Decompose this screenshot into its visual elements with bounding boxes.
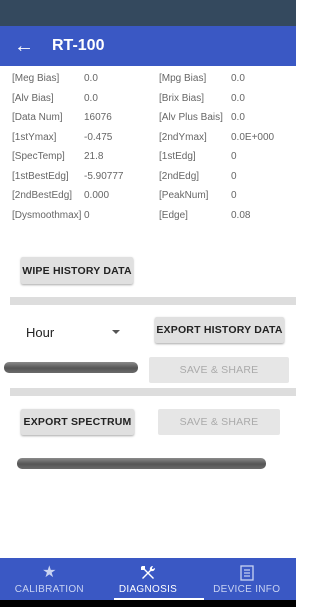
param-label: [Alv Plus Bais] xyxy=(159,112,223,124)
param-label: [Alv Bias] xyxy=(12,92,54,104)
param-row: [2ndBestEdg] 0.000 [PeakNum] 0 xyxy=(12,186,292,206)
param-value: 0 xyxy=(84,209,90,221)
param-value: 0.08 xyxy=(231,209,251,221)
param-label: [2ndYmax] xyxy=(159,131,207,143)
nav-label: CALIBRATION xyxy=(14,583,84,595)
nav-label: DEVICE INFO xyxy=(213,583,281,595)
param-label: [PeakNum] xyxy=(159,190,209,202)
nav-item-diagnosis[interactable]: DIAGNOSIS xyxy=(99,558,198,600)
param-value: 0.0 xyxy=(231,73,245,85)
dropdown-caret-icon xyxy=(112,330,120,334)
param-value: 0.0 xyxy=(231,112,245,124)
period-select[interactable]: Hour xyxy=(26,322,122,342)
period-select-value: Hour xyxy=(26,324,55,340)
param-label: [1stEdg] xyxy=(159,151,196,163)
param-row: [SpecTemp] 21.8 [1stEdg] 0 xyxy=(12,147,292,167)
param-label: [Dysmoothmax] xyxy=(12,209,82,221)
spectrum-progress-bar xyxy=(17,458,266,469)
parameter-grid: [Meg Bias] 0.0 [Mpg Bias] 0.0 [Alv Bias] 0.0[… xyxy=(12,69,292,225)
system-navigation-bar xyxy=(0,600,296,607)
app-bar: ← RT-100 xyxy=(0,26,296,66)
star-icon: ★ xyxy=(42,563,57,581)
param-label: [Data Num] xyxy=(12,112,63,124)
param-value: 0.0 xyxy=(231,92,245,104)
save-share-button-spectrum[interactable]: SAVE & SHARE xyxy=(158,409,280,435)
param-label: [1stBestEdg] xyxy=(12,170,69,182)
param-row: [Dysmoothmax] 0 [Edge] 0.08 xyxy=(12,206,292,226)
export-spectrum-button[interactable]: EXPORT SPECTRUM xyxy=(21,409,134,435)
section-divider xyxy=(10,388,296,396)
export-history-button[interactable]: EXPORT HISTORY DATA xyxy=(155,317,284,343)
param-value: -5.90777 xyxy=(84,170,124,182)
nav-item-device-info[interactable]: DEVICE INFO xyxy=(197,558,296,600)
param-label: [Edge] xyxy=(159,209,188,221)
param-row: [Alv Bias] 0.0 [Brix Bias] 0.0 xyxy=(12,89,292,109)
param-value: 0.0 xyxy=(84,92,98,104)
bottom-navigation: ★ CALIBRATION DIAGNOSIS DEVICE INFO xyxy=(0,558,296,600)
tools-icon xyxy=(139,564,157,582)
status-bar xyxy=(0,0,296,26)
param-label: [Mpg Bias] xyxy=(159,73,207,85)
param-row: [Meg Bias] 0.0 [Mpg Bias] 0.0 xyxy=(12,69,292,89)
section-divider xyxy=(10,297,296,305)
page-title: RT-100 xyxy=(52,37,105,54)
param-value: 0.000 xyxy=(84,190,110,202)
param-value: 0.0 xyxy=(84,73,98,85)
history-progress-bar xyxy=(4,362,138,373)
wipe-history-button[interactable]: WIPE HISTORY DATA xyxy=(21,257,133,284)
param-label: [2ndEdg] xyxy=(159,170,200,182)
param-label: [Meg Bias] xyxy=(12,73,60,85)
param-value: 16076 xyxy=(84,112,112,124)
nav-label: DIAGNOSIS xyxy=(118,583,178,595)
document-icon xyxy=(240,564,254,582)
param-row: [1stBestEdg] -5.90777 [2ndEdg] 0 xyxy=(12,167,292,187)
nav-item-calibration[interactable]: ★ CALIBRATION xyxy=(0,558,99,600)
param-label: [SpecTemp] xyxy=(12,151,65,163)
back-arrow-icon[interactable]: ← xyxy=(14,36,44,56)
param-label: [2ndBestEdg] xyxy=(12,190,73,202)
save-share-button-history[interactable]: SAVE & SHARE xyxy=(149,357,289,383)
param-value: 0 xyxy=(231,170,237,182)
param-value: 0 xyxy=(231,151,237,163)
param-row: [Data Num] 16076 [Alv Plus Bais] 0.0 xyxy=(12,108,292,128)
param-label: [Brix Bias] xyxy=(159,92,205,104)
param-value: 0.0E+000 xyxy=(231,131,275,143)
param-label: [1stYmax] xyxy=(12,131,57,143)
param-value: -0.475 xyxy=(84,131,113,143)
param-value: 0 xyxy=(231,190,237,202)
param-row: [1stYmax] -0.475 [2ndYmax] 0.0E+000 xyxy=(12,128,292,148)
param-value: 21.8 xyxy=(84,151,104,163)
